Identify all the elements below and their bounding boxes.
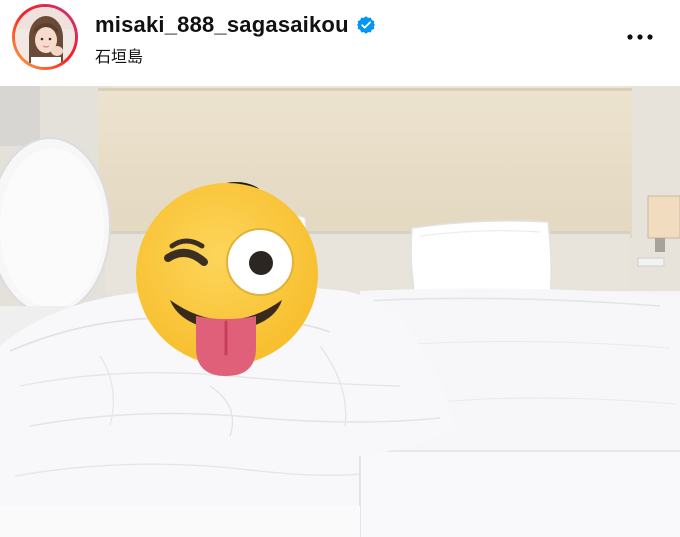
avatar[interactable] (15, 7, 75, 67)
username-row: misaki_888_sagasaikou (95, 9, 376, 41)
more-options-icon (627, 34, 653, 40)
profile-photo (15, 7, 75, 67)
username-link[interactable]: misaki_888_sagasaikou (95, 12, 349, 38)
verified-badge-icon (356, 15, 376, 35)
story-ring[interactable] (12, 4, 78, 70)
more-options-button[interactable] (620, 22, 660, 52)
instagram-post: misaki_888_sagasaikou 石垣島 (0, 0, 680, 537)
post-header: misaki_888_sagasaikou 石垣島 (0, 0, 680, 86)
post-photo[interactable] (0, 86, 680, 537)
hotel-room-photo (0, 86, 680, 537)
location-link[interactable]: 石垣島 (95, 43, 143, 67)
